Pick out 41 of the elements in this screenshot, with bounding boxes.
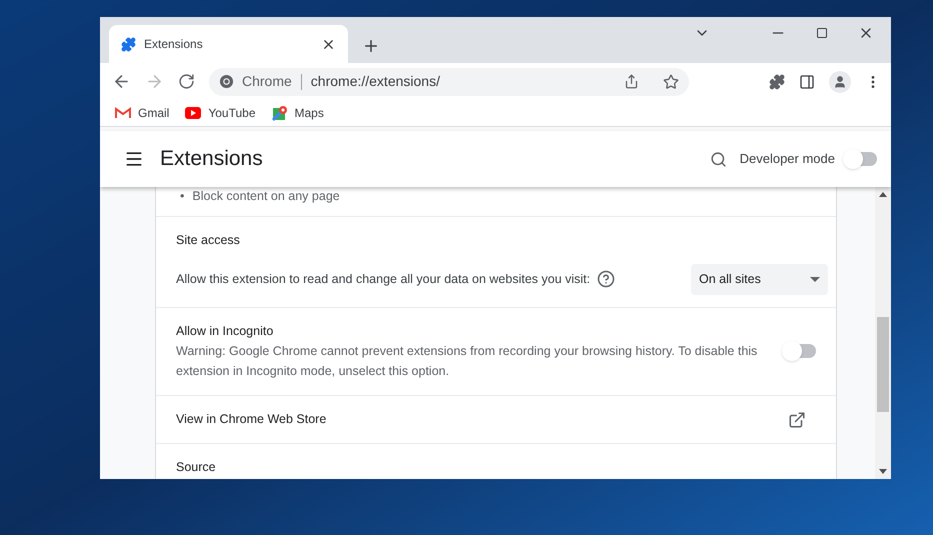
- side-panel-icon[interactable]: [799, 74, 815, 90]
- bookmark-item[interactable]: Gmail: [115, 104, 170, 122]
- page-title: Extensions: [160, 146, 264, 172]
- mail-icon: [115, 107, 131, 119]
- caret-icon: [810, 276, 820, 282]
- share-icon[interactable]: [624, 74, 639, 89]
- puzzle-icon[interactable]: [769, 74, 785, 90]
- map-pin-icon: [272, 105, 288, 121]
- scroll-down-icon[interactable]: [879, 469, 887, 474]
- search-icon[interactable]: [710, 150, 727, 168]
- section-title: Source: [176, 459, 217, 476]
- bullet: •: [180, 188, 184, 205]
- toggle-switch[interactable]: [843, 149, 877, 169]
- star-icon[interactable]: [663, 74, 679, 90]
- help-icon[interactable]: [597, 270, 616, 288]
- bookmark-item[interactable]: YouTube: [185, 104, 256, 122]
- profile-avatar[interactable]: [829, 70, 851, 92]
- incognito-warning: Warning: Google Chrome cannot prevent extensions from recording your browsing history. To disable this extension in Incognito mode, unselect this option.: [176, 343, 758, 380]
- address-bar[interactable]: Chrome chrome://extensions/: [209, 68, 689, 96]
- maximize-icon[interactable]: [816, 27, 828, 39]
- site-access-select[interactable]: On all sites: [691, 264, 828, 294]
- scroll-up-icon[interactable]: [879, 192, 887, 197]
- url-text: chrome://extensions/: [310, 72, 441, 91]
- puzzle-icon: [121, 36, 136, 52]
- reload-icon[interactable]: [178, 73, 195, 90]
- site-label: Chrome: [242, 72, 292, 91]
- external-link-icon[interactable]: [788, 410, 806, 429]
- section-title: Allow in Incognito: [176, 322, 274, 340]
- scrollbar[interactable]: [875, 187, 891, 479]
- site-access-label: Allow this extension to read and change all your data on websites you visit:: [176, 270, 590, 288]
- developer-mode-label: Developer mode: [740, 150, 835, 168]
- web-store-link[interactable]: View in Chrome Web Store: [176, 410, 788, 430]
- browser-tab[interactable]: Extensions: [109, 25, 348, 63]
- section-title: Site access: [176, 232, 241, 249]
- tab-title: Extensions: [144, 36, 204, 53]
- play-icon: [185, 107, 202, 119]
- toggle-switch[interactable]: [782, 341, 816, 362]
- bookmark-item[interactable]: Maps: [272, 104, 324, 122]
- permission-item: Block content on any page: [192, 188, 340, 205]
- new-tab-icon[interactable]: [362, 37, 380, 55]
- scrollbar-thumb[interactable]: [877, 317, 889, 412]
